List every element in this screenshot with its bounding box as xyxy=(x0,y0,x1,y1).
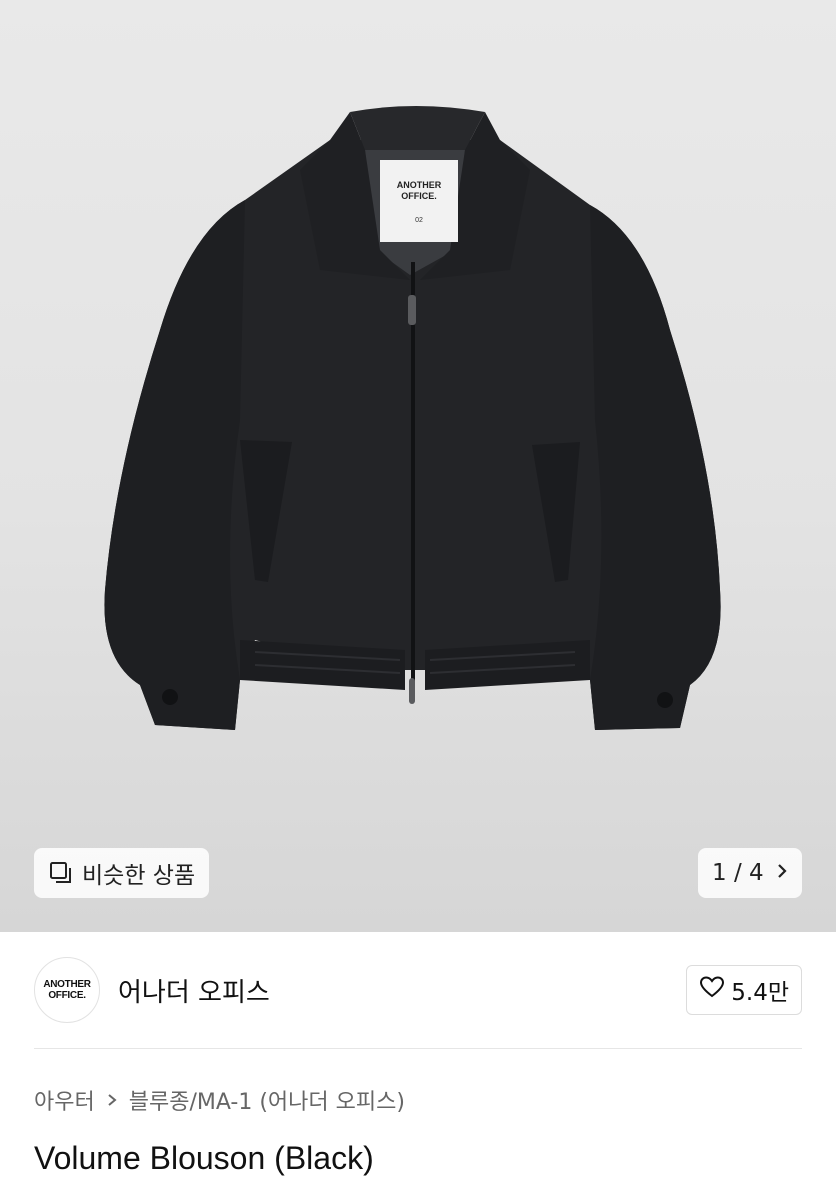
brand-name[interactable]: 어나더 오피스 xyxy=(118,972,270,1009)
brand-logo-line1: ANOTHER xyxy=(43,979,91,990)
chevron-right-icon xyxy=(105,1090,119,1110)
neck-tag-brand-line1: ANOTHER xyxy=(397,180,442,190)
like-button[interactable]: 5.4만 xyxy=(686,965,802,1015)
like-count: 5.4만 xyxy=(731,980,789,1006)
heart-outline-icon xyxy=(699,975,725,1005)
product-title: Volume Blouson (Black) xyxy=(34,1140,374,1176)
neck-tag-brand-line2: OFFICE. xyxy=(401,191,437,201)
breadcrumb-subcategory[interactable]: 블루종/MA-1 (어나더 오피스) xyxy=(129,1084,405,1116)
stacked-squares-icon xyxy=(48,860,74,886)
product-photo: ANOTHER OFFICE. 02 xyxy=(104,106,721,730)
product-image-carousel[interactable]: ANOTHER OFFICE. 02 비슷한 상품 1 / 4 xyxy=(0,0,836,932)
image-pager-button[interactable]: 1 / 4 xyxy=(698,848,802,898)
brand-logo-line2: OFFICE. xyxy=(48,990,86,1001)
breadcrumb-category[interactable]: 아우터 xyxy=(34,1084,95,1116)
brand-logo[interactable]: ANOTHER OFFICE. xyxy=(34,957,100,1023)
similar-products-label: 비슷한 상품 xyxy=(82,863,196,889)
brand-row: ANOTHER OFFICE. 어나더 오피스 5.4만 xyxy=(34,956,802,1024)
divider xyxy=(34,1048,802,1049)
similar-products-button[interactable]: 비슷한 상품 xyxy=(34,848,210,898)
neck-tag-size: 02 xyxy=(415,217,423,224)
breadcrumb: 아우터 블루종/MA-1 (어나더 오피스) xyxy=(34,1084,405,1116)
chevron-right-icon xyxy=(776,860,788,886)
image-pager-text: 1 / 4 xyxy=(712,860,764,886)
